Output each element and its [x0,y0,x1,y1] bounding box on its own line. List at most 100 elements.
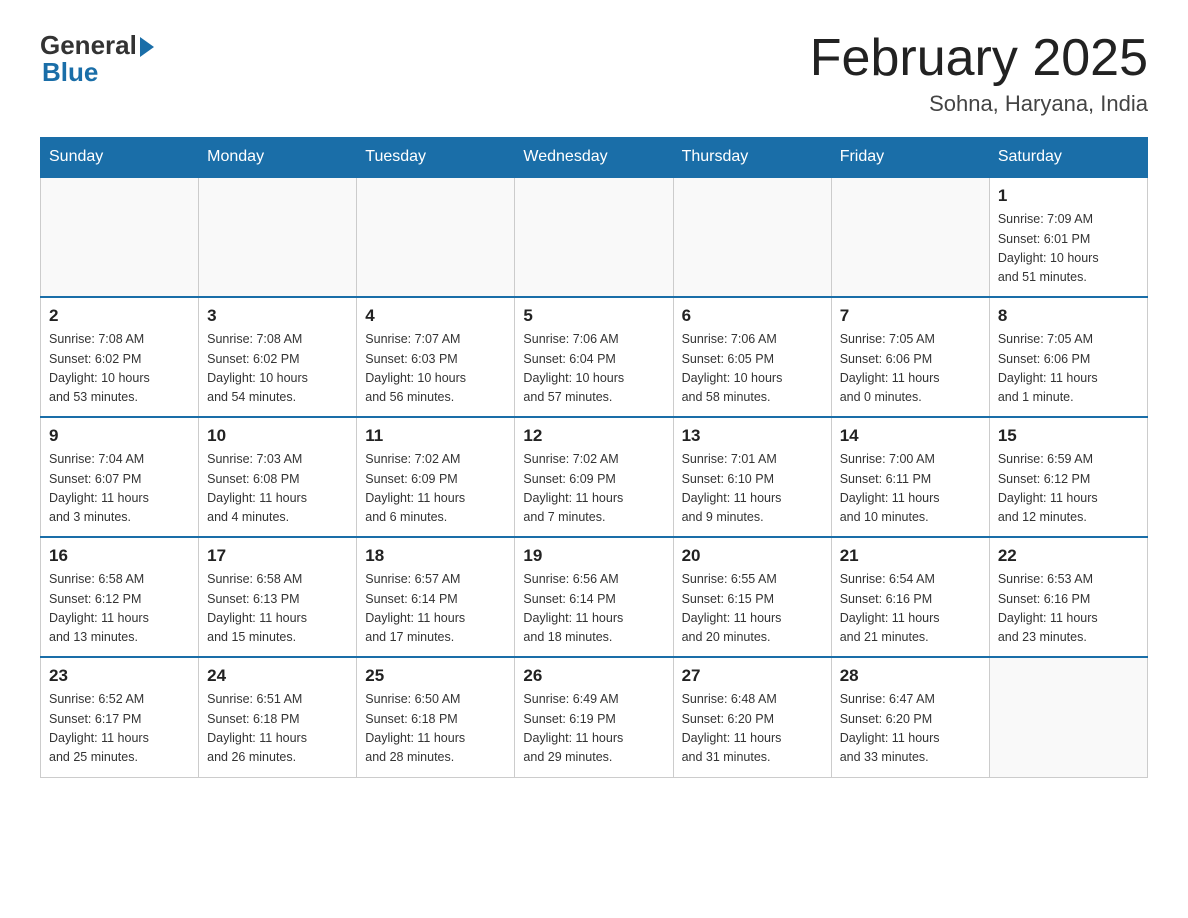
calendar-cell: 8 Sunrise: 7:05 AMSunset: 6:06 PMDaylight… [989,297,1147,417]
day-info: Sunrise: 6:49 AMSunset: 6:19 PMDaylight:… [523,690,664,768]
calendar-cell: 13 Sunrise: 7:01 AMSunset: 6:10 PMDayligh… [673,417,831,537]
calendar-cell: 28 Sunrise: 6:47 AMSunset: 6:20 PMDayligh… [831,657,989,777]
calendar-cell: 9Sunrise: 7:04 AMSunset: 6:07 PMDaylight… [41,417,199,537]
day-number: 8 [998,306,1139,326]
calendar-cell: 2Sunrise: 7:08 AMSunset: 6:02 PMDaylight… [41,297,199,417]
calendar-week-row: 23Sunrise: 6:52 AMSunset: 6:17 PMDayligh… [41,657,1148,777]
logo-triangle-icon [140,37,154,57]
calendar-cell: 7 Sunrise: 7:05 AMSunset: 6:06 PMDaylight… [831,297,989,417]
calendar-cell [831,177,989,297]
day-info: Sunrise: 6:48 AMSunset: 6:20 PMDaylight:… [682,690,823,768]
day-number: 24 [207,666,348,686]
day-number: 21 [840,546,981,566]
day-of-week-header: Sunday [41,138,199,178]
day-number: 25 [365,666,506,686]
day-number: 27 [682,666,823,686]
calendar-week-row: 9Sunrise: 7:04 AMSunset: 6:07 PMDaylight… [41,417,1148,537]
day-info: Sunrise: 6:51 AMSunset: 6:18 PMDaylight:… [207,690,348,768]
day-info: Sunrise: 7:06 AMSunset: 6:04 PMDaylight:… [523,330,664,408]
calendar-cell: 25Sunrise: 6:50 AMSunset: 6:18 PMDayligh… [357,657,515,777]
day-info: Sunrise: 6:56 AMSunset: 6:14 PMDaylight:… [523,570,664,648]
calendar-header-row: SundayMondayTuesdayWednesdayThursdayFrid… [41,138,1148,178]
month-title: February 2025 [810,30,1148,87]
day-number: 5 [523,306,664,326]
day-number: 18 [365,546,506,566]
day-number: 23 [49,666,190,686]
day-number: 3 [207,306,348,326]
calendar-cell [357,177,515,297]
calendar-cell: 11Sunrise: 7:02 AMSunset: 6:09 PMDayligh… [357,417,515,537]
day-of-week-header: Monday [199,138,357,178]
day-info: Sunrise: 7:02 AMSunset: 6:09 PMDaylight:… [523,450,664,528]
day-info: Sunrise: 7:09 AMSunset: 6:01 PMDaylight:… [998,210,1139,288]
day-info: Sunrise: 7:02 AMSunset: 6:09 PMDaylight:… [365,450,506,528]
day-info: Sunrise: 7:05 AMSunset: 6:06 PMDaylight:… [840,330,981,408]
calendar-cell: 20 Sunrise: 6:55 AMSunset: 6:15 PMDayligh… [673,537,831,657]
day-number: 14 [840,426,981,446]
calendar-cell: 4Sunrise: 7:07 AMSunset: 6:03 PMDaylight… [357,297,515,417]
day-info: Sunrise: 6:58 AMSunset: 6:12 PMDaylight:… [49,570,190,648]
day-number: 20 [682,546,823,566]
day-info: Sunrise: 7:03 AMSunset: 6:08 PMDaylight:… [207,450,348,528]
day-info: Sunrise: 6:57 AMSunset: 6:14 PMDaylight:… [365,570,506,648]
calendar-week-row: 1 Sunrise: 7:09 AMSunset: 6:01 PMDaylight… [41,177,1148,297]
calendar-cell: 24 Sunrise: 6:51 AMSunset: 6:18 PMDayligh… [199,657,357,777]
calendar-cell: 6 Sunrise: 7:06 AMSunset: 6:05 PMDaylight… [673,297,831,417]
day-number: 17 [207,546,348,566]
logo: General Blue [40,30,154,88]
day-info: Sunrise: 6:55 AMSunset: 6:15 PMDaylight:… [682,570,823,648]
day-of-week-header: Thursday [673,138,831,178]
day-info: Sunrise: 6:59 AMSunset: 6:12 PMDaylight:… [998,450,1139,528]
day-number: 9 [49,426,190,446]
calendar-cell: 3Sunrise: 7:08 AMSunset: 6:02 PMDaylight… [199,297,357,417]
location-title: Sohna, Haryana, India [810,91,1148,117]
calendar-cell: 15 Sunrise: 6:59 AMSunset: 6:12 PMDayligh… [989,417,1147,537]
day-of-week-header: Wednesday [515,138,673,178]
calendar-cell: 21 Sunrise: 6:54 AMSunset: 6:16 PMDayligh… [831,537,989,657]
calendar-cell [199,177,357,297]
calendar-week-row: 16 Sunrise: 6:58 AMSunset: 6:12 PMDayligh… [41,537,1148,657]
calendar-cell: 14 Sunrise: 7:00 AMSunset: 6:11 PMDayligh… [831,417,989,537]
calendar-cell: 12 Sunrise: 7:02 AMSunset: 6:09 PMDayligh… [515,417,673,537]
calendar-cell: 22 Sunrise: 6:53 AMSunset: 6:16 PMDayligh… [989,537,1147,657]
day-of-week-header: Tuesday [357,138,515,178]
day-info: Sunrise: 6:47 AMSunset: 6:20 PMDaylight:… [840,690,981,768]
title-section: February 2025 Sohna, Haryana, India [810,30,1148,117]
calendar-cell [41,177,199,297]
calendar-cell: 17 Sunrise: 6:58 AMSunset: 6:13 PMDayligh… [199,537,357,657]
day-of-week-header: Friday [831,138,989,178]
day-number: 2 [49,306,190,326]
day-info: Sunrise: 6:58 AMSunset: 6:13 PMDaylight:… [207,570,348,648]
calendar-cell: 19 Sunrise: 6:56 AMSunset: 6:14 PMDayligh… [515,537,673,657]
day-number: 22 [998,546,1139,566]
calendar-cell: 1 Sunrise: 7:09 AMSunset: 6:01 PMDaylight… [989,177,1147,297]
calendar-cell: 27 Sunrise: 6:48 AMSunset: 6:20 PMDayligh… [673,657,831,777]
day-number: 7 [840,306,981,326]
day-number: 19 [523,546,664,566]
calendar-cell [673,177,831,297]
day-number: 15 [998,426,1139,446]
calendar-week-row: 2Sunrise: 7:08 AMSunset: 6:02 PMDaylight… [41,297,1148,417]
day-number: 6 [682,306,823,326]
day-number: 28 [840,666,981,686]
calendar-cell: 26Sunrise: 6:49 AMSunset: 6:19 PMDayligh… [515,657,673,777]
calendar-cell: 5 Sunrise: 7:06 AMSunset: 6:04 PMDaylight… [515,297,673,417]
day-number: 16 [49,546,190,566]
calendar-cell: 10 Sunrise: 7:03 AMSunset: 6:08 PMDayligh… [199,417,357,537]
day-info: Sunrise: 6:53 AMSunset: 6:16 PMDaylight:… [998,570,1139,648]
day-number: 4 [365,306,506,326]
day-info: Sunrise: 6:54 AMSunset: 6:16 PMDaylight:… [840,570,981,648]
day-info: Sunrise: 7:01 AMSunset: 6:10 PMDaylight:… [682,450,823,528]
logo-blue-text: Blue [42,57,98,88]
day-info: Sunrise: 7:06 AMSunset: 6:05 PMDaylight:… [682,330,823,408]
day-info: Sunrise: 7:00 AMSunset: 6:11 PMDaylight:… [840,450,981,528]
page-header: General Blue February 2025 Sohna, Haryan… [40,30,1148,117]
day-info: Sunrise: 7:05 AMSunset: 6:06 PMDaylight:… [998,330,1139,408]
day-number: 13 [682,426,823,446]
calendar-cell: 16 Sunrise: 6:58 AMSunset: 6:12 PMDayligh… [41,537,199,657]
day-number: 10 [207,426,348,446]
calendar-table: SundayMondayTuesdayWednesdayThursdayFrid… [40,137,1148,778]
calendar-cell: 18 Sunrise: 6:57 AMSunset: 6:14 PMDayligh… [357,537,515,657]
day-number: 12 [523,426,664,446]
day-number: 1 [998,186,1139,206]
